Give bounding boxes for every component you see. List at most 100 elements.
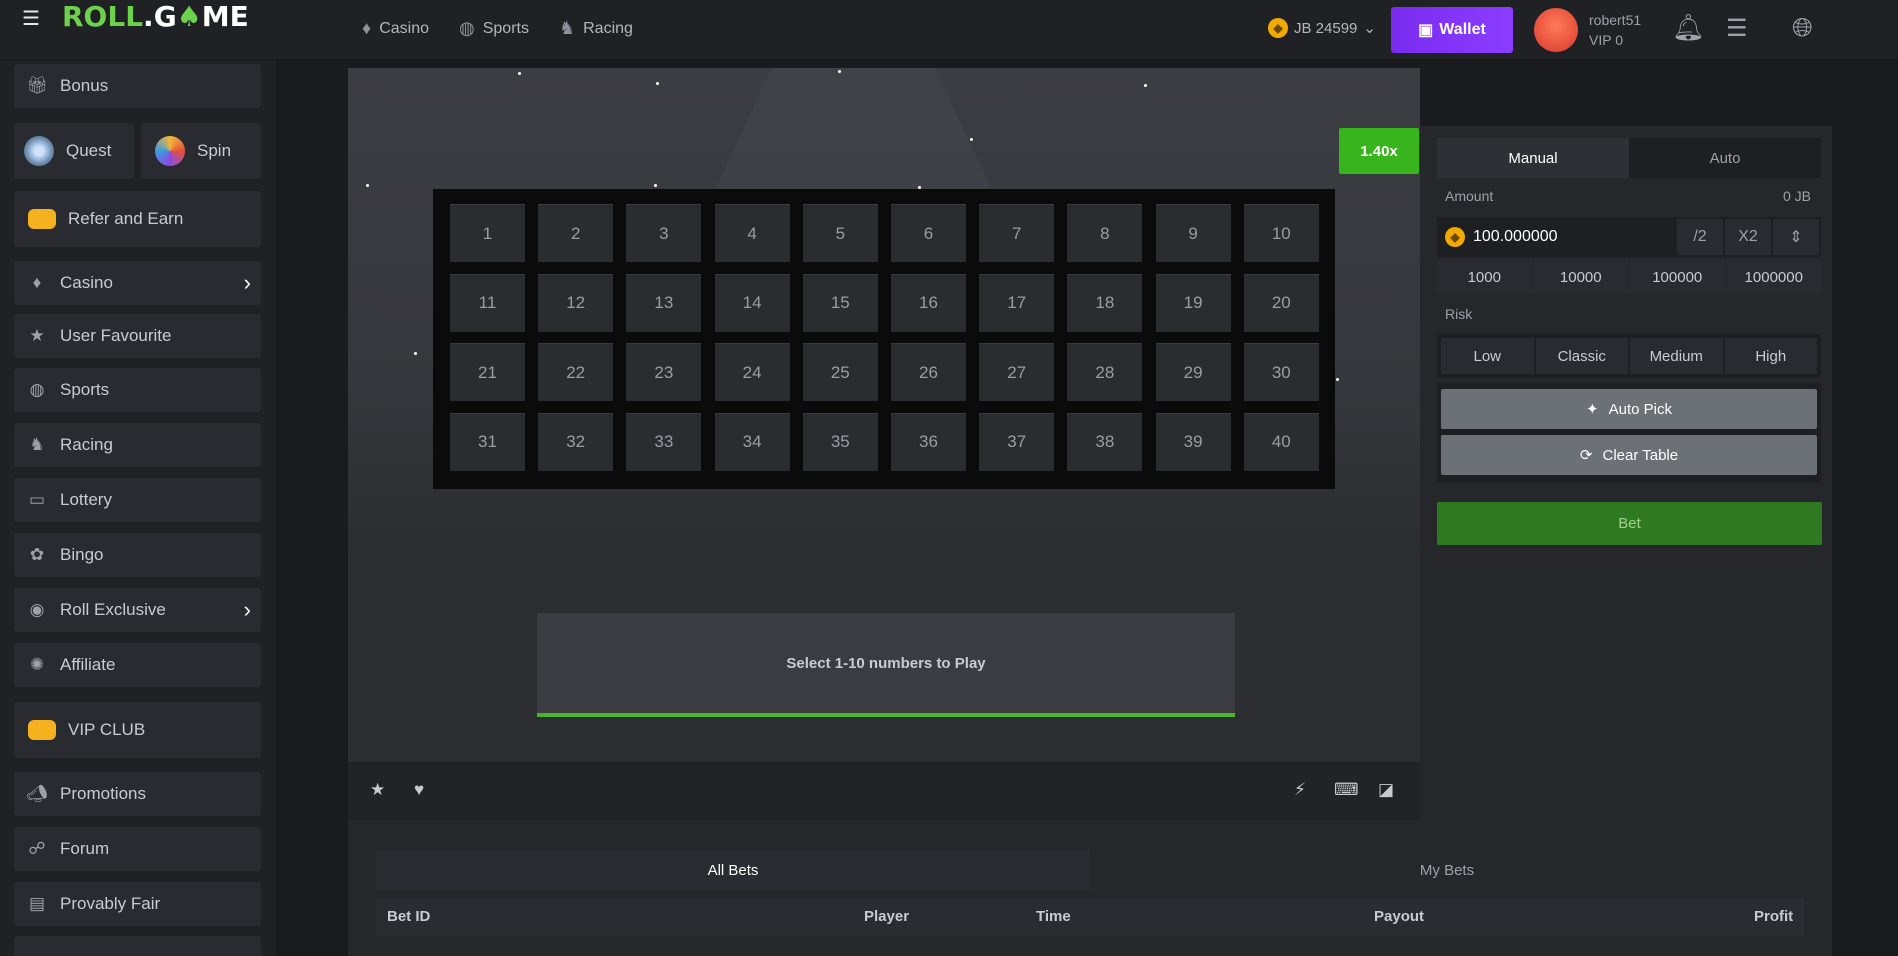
star-icon[interactable]: ★ bbox=[370, 780, 385, 800]
sidebar-item-partial[interactable] bbox=[14, 936, 261, 956]
keno-cell[interactable]: 21 bbox=[450, 343, 525, 401]
clear-table-button[interactable]: ⟳ Clear Table bbox=[1441, 435, 1817, 475]
nav-sports[interactable]: ◍ Sports bbox=[459, 18, 529, 39]
sidebar-item-refer[interactable]: Refer and Earn bbox=[14, 191, 261, 247]
auto-pick-button[interactable]: ✦ Auto Pick bbox=[1441, 389, 1817, 429]
col-time: Time bbox=[1036, 908, 1071, 925]
keno-cell[interactable]: 37 bbox=[979, 412, 1055, 471]
keno-cell[interactable]: 29 bbox=[1155, 343, 1231, 401]
sidebar-item-label: Racing bbox=[60, 435, 113, 454]
keno-cell[interactable]: 40 bbox=[1243, 412, 1319, 471]
bell-icon[interactable]: 🔔︎ bbox=[1672, 12, 1705, 43]
keno-cell[interactable]: 5 bbox=[802, 204, 878, 262]
keno-cell[interactable]: 8 bbox=[1067, 204, 1143, 262]
sound-icon[interactable]: ◪ bbox=[1378, 780, 1394, 800]
sidebar-item-user-favourite[interactable]: ★ User Favourite bbox=[14, 314, 261, 358]
keno-cell[interactable]: 15 bbox=[802, 273, 878, 332]
quick-amount-1000000[interactable]: 1000000 bbox=[1726, 260, 1821, 294]
risk-high[interactable]: High bbox=[1724, 338, 1817, 374]
keno-cell[interactable]: 9 bbox=[1155, 204, 1231, 262]
sidebar-item-affiliate[interactable]: ✺ Affiliate bbox=[14, 643, 261, 687]
sidebar-item-vip-club[interactable]: VIP CLUB bbox=[14, 702, 261, 758]
globe-icon[interactable]: 🌐︎ bbox=[1792, 12, 1813, 44]
sidebar-item-racing[interactable]: ♞ Racing bbox=[14, 423, 261, 467]
keno-cell[interactable]: 12 bbox=[538, 273, 614, 332]
avatar[interactable] bbox=[1534, 8, 1578, 52]
keno-cell[interactable]: 22 bbox=[538, 343, 614, 401]
keno-cell[interactable]: 16 bbox=[891, 273, 966, 332]
quick-amount-10000[interactable]: 10000 bbox=[1533, 260, 1628, 294]
status-message: Select 1-10 numbers to Play bbox=[537, 613, 1235, 717]
keno-cell[interactable]: 24 bbox=[714, 343, 790, 401]
sidebar-item-bonus[interactable]: 🎁︎ Bonus bbox=[14, 64, 261, 108]
keno-cell[interactable]: 31 bbox=[450, 412, 525, 471]
sidebar-item-provably-fair[interactable]: ▤ Provably Fair bbox=[14, 882, 261, 926]
menu-lines-icon[interactable]: ☰ bbox=[1726, 14, 1748, 43]
double-button[interactable]: X2 bbox=[1725, 219, 1771, 255]
keno-cell[interactable]: 7 bbox=[979, 204, 1055, 262]
keno-cell[interactable]: 25 bbox=[802, 343, 878, 401]
keno-cell[interactable]: 11 bbox=[450, 273, 525, 332]
risk-medium[interactable]: Medium bbox=[1630, 338, 1723, 374]
keno-cell[interactable]: 32 bbox=[538, 412, 614, 471]
quick-amount-1000[interactable]: 1000 bbox=[1437, 260, 1532, 294]
sidebar-item-casino[interactable]: ♦ Casino › bbox=[14, 261, 261, 305]
keno-cell[interactable]: 36 bbox=[891, 412, 966, 471]
keno-cell[interactable]: 17 bbox=[979, 273, 1055, 332]
risk-low[interactable]: Low bbox=[1441, 338, 1534, 374]
sidebar-item-bingo[interactable]: ✿ Bingo bbox=[14, 533, 261, 577]
keno-cell[interactable]: 13 bbox=[626, 273, 702, 332]
balance-selector[interactable]: ◆ JB 24599 ⌄ bbox=[1268, 18, 1376, 38]
keno-cell[interactable]: 26 bbox=[891, 343, 966, 401]
half-button[interactable]: /2 bbox=[1677, 219, 1723, 255]
stepper-icon[interactable]: ⇕ bbox=[1773, 219, 1819, 255]
keno-cell[interactable]: 28 bbox=[1067, 343, 1143, 401]
username: robert51 bbox=[1589, 12, 1642, 28]
quick-amount-100000[interactable]: 100000 bbox=[1630, 260, 1725, 294]
tab-manual[interactable]: Manual bbox=[1437, 138, 1629, 178]
nav-casino[interactable]: ♦ Casino bbox=[362, 18, 429, 39]
keno-cell[interactable]: 33 bbox=[626, 412, 702, 471]
keno-cell[interactable]: 14 bbox=[714, 273, 790, 332]
sidebar-item-label: Provably Fair bbox=[60, 894, 161, 913]
wallet-button[interactable]: ▣ Wallet bbox=[1391, 7, 1513, 53]
keyboard-icon[interactable]: ⌨ bbox=[1334, 780, 1359, 800]
bets-table-header: Bet ID Player Time Payout Profit bbox=[376, 898, 1804, 936]
keno-cell[interactable]: 18 bbox=[1067, 273, 1143, 332]
tab-all-bets[interactable]: All Bets bbox=[376, 850, 1090, 890]
keno-cell[interactable]: 10 bbox=[1243, 204, 1319, 262]
sidebar-item-spin[interactable]: Spin bbox=[141, 123, 261, 179]
keno-cell[interactable]: 30 bbox=[1243, 343, 1319, 401]
keno-cell[interactable]: 4 bbox=[714, 204, 790, 262]
sidebar-item-quest[interactable]: Quest bbox=[14, 123, 134, 179]
sidebar-item-roll-exclusive[interactable]: ◉ Roll Exclusive › bbox=[14, 588, 261, 632]
keno-cell[interactable]: 2 bbox=[538, 204, 614, 262]
sidebar-item-lottery[interactable]: ▭ Lottery bbox=[14, 478, 261, 522]
amount-input[interactable]: 100.000000 bbox=[1473, 228, 1677, 246]
keno-cell[interactable]: 34 bbox=[714, 412, 790, 471]
sidebar-item-promotions[interactable]: 📣︎ Promotions bbox=[14, 772, 261, 816]
lightning-icon[interactable]: ⚡︎ bbox=[1294, 780, 1306, 800]
keno-cell[interactable]: 20 bbox=[1243, 273, 1319, 332]
bet-button[interactable]: Bet bbox=[1437, 502, 1822, 545]
logo[interactable]: ROLL.G♠ME bbox=[62, 0, 249, 33]
keno-cell[interactable]: 1 bbox=[450, 204, 525, 262]
sidebar-item-forum[interactable]: ☍ Forum bbox=[14, 827, 261, 871]
hamburger-icon[interactable]: ☰ bbox=[22, 6, 40, 31]
keno-cell[interactable]: 35 bbox=[802, 412, 878, 471]
keno-cell[interactable]: 38 bbox=[1067, 412, 1143, 471]
user-info[interactable]: robert51 VIP 0 bbox=[1589, 10, 1641, 50]
tab-my-bets[interactable]: My Bets bbox=[1090, 850, 1804, 890]
tab-auto[interactable]: Auto bbox=[1629, 138, 1821, 178]
keno-cell[interactable]: 6 bbox=[891, 204, 966, 262]
risk-classic[interactable]: Classic bbox=[1535, 338, 1628, 374]
keno-cell[interactable]: 3 bbox=[626, 204, 702, 262]
keno-cell[interactable]: 23 bbox=[626, 343, 702, 401]
sidebar-item-sports[interactable]: ◍ Sports bbox=[14, 368, 261, 412]
heart-icon[interactable]: ♥ bbox=[414, 780, 424, 800]
keno-cell[interactable]: 19 bbox=[1155, 273, 1231, 332]
pick-actions: ✦ Auto Pick ⟳ Clear Table bbox=[1437, 383, 1821, 483]
nav-racing[interactable]: ♞ Racing bbox=[559, 18, 633, 39]
keno-cell[interactable]: 27 bbox=[979, 343, 1055, 401]
keno-cell[interactable]: 39 bbox=[1155, 412, 1231, 471]
